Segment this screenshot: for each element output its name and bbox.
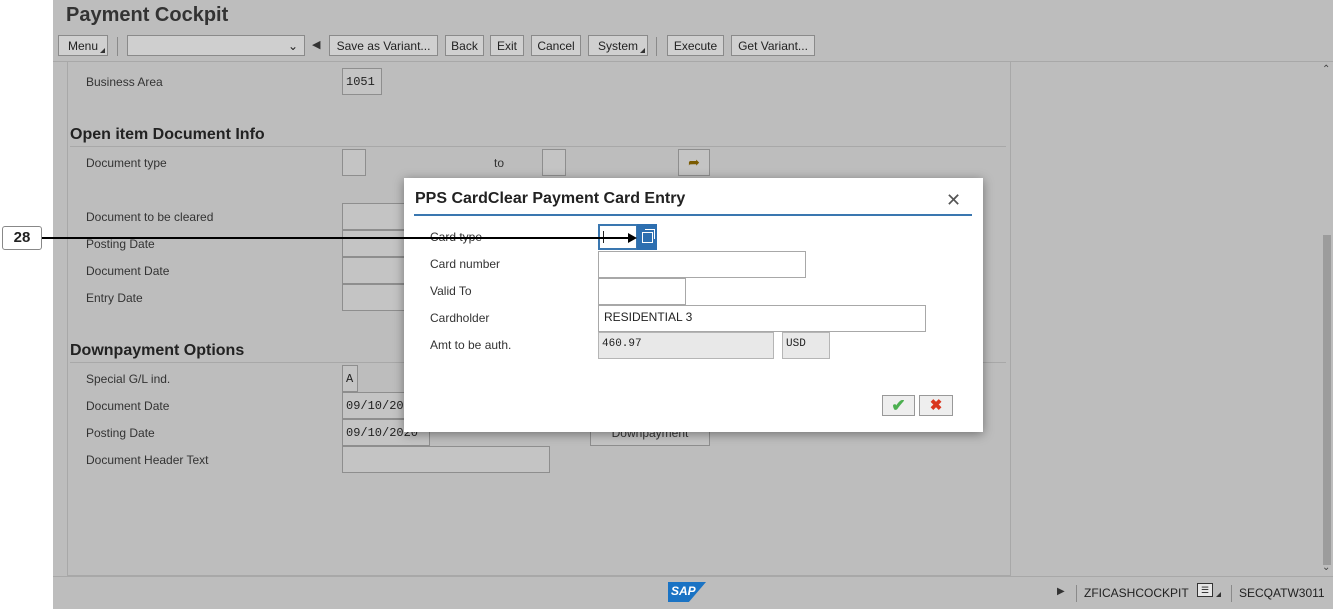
document-type-label: Document type <box>86 156 167 170</box>
callout-arrow-line <box>42 237 630 239</box>
dropdown-corner-icon <box>100 48 105 53</box>
cancel-button[interactable]: Cancel <box>531 35 581 56</box>
value-help-icon[interactable] <box>637 224 657 250</box>
dp-document-date-label: Document Date <box>86 399 170 413</box>
dialog-title: PPS CardClear Payment Card Entry <box>415 190 686 207</box>
save-as-variant-button[interactable]: Save as Variant... <box>329 35 438 56</box>
to-label: to <box>494 156 505 170</box>
section-divider <box>70 146 1006 147</box>
step-callout: 28 <box>2 226 42 250</box>
valid-to-label: Valid To <box>430 284 472 298</box>
currency-field: USD <box>782 332 830 359</box>
document-date-label: Document Date <box>86 264 170 278</box>
multiple-selection-icon[interactable]: ➦ <box>678 149 710 176</box>
toolbar-separator <box>117 37 118 56</box>
dp-posting-date-label: Posting Date <box>86 426 155 440</box>
doc-to-be-cleared-label: Document to be cleared <box>86 210 214 224</box>
back-button[interactable]: Back <box>445 35 484 56</box>
card-number-field[interactable] <box>598 251 806 278</box>
amount-field: 460.97 <box>598 332 774 359</box>
status-separator <box>1076 585 1077 602</box>
system-button-label: System <box>597 39 638 53</box>
execute-button[interactable]: Execute <box>667 35 724 56</box>
document-type-to-field[interactable] <box>542 149 566 176</box>
cardholder-label: Cardholder <box>430 311 490 325</box>
scroll-up-icon[interactable]: ⌃ <box>1322 64 1330 75</box>
amount-label: Amt to be auth. <box>430 338 512 352</box>
cancel-dialog-button[interactable]: ✖ <box>919 395 953 416</box>
system-info-icon[interactable]: ☰ <box>1197 583 1213 597</box>
expand-status-icon[interactable]: ▶ <box>1057 586 1065 597</box>
cross-icon: ✖ <box>929 397 943 414</box>
posting-date-field[interactable] <box>342 230 406 257</box>
cardholder-field[interactable]: RESIDENTIAL 3 <box>598 305 926 332</box>
checkmark-icon: ✔ <box>891 396 906 415</box>
get-variant-button[interactable]: Get Variant... <box>731 35 815 56</box>
callout-arrow-head <box>628 233 637 243</box>
valid-to-field[interactable] <box>598 278 686 305</box>
scroll-down-icon[interactable]: ⌄ <box>1322 562 1330 573</box>
menu-button-label: Menu <box>67 39 99 53</box>
confirm-button[interactable]: ✔ <box>882 395 915 416</box>
page-title: Payment Cockpit <box>66 4 229 26</box>
close-icon[interactable]: ✕ <box>946 190 961 211</box>
entry-date-label: Entry Date <box>86 291 143 305</box>
posting-date-label: Posting Date <box>86 237 155 251</box>
special-gl-field[interactable]: A <box>342 365 358 392</box>
toolbar-separator <box>656 37 657 56</box>
entry-date-field[interactable] <box>342 284 406 311</box>
downpayment-heading: Downpayment Options <box>70 342 245 359</box>
command-field-select[interactable]: ⌄ <box>127 35 305 56</box>
document-date-field[interactable] <box>342 257 406 284</box>
dropdown-corner-icon <box>640 48 645 53</box>
special-gl-label: Special G/L ind. <box>86 372 171 386</box>
transaction-code: ZFICASHCOCKPIT <box>1084 586 1189 600</box>
exit-button[interactable]: Exit <box>490 35 524 56</box>
collapse-left-icon[interactable]: ◀ <box>312 38 320 51</box>
dialog-title-underline <box>414 214 972 216</box>
chevron-down-icon: ⌄ <box>287 39 298 53</box>
header-text-field[interactable] <box>342 446 550 473</box>
status-separator <box>1231 585 1232 602</box>
dropdown-corner-icon <box>1216 592 1221 597</box>
header-text-label: Document Header Text <box>86 453 209 467</box>
business-area-field[interactable]: 1051 <box>342 68 382 95</box>
system-menu-button[interactable]: System <box>588 35 648 56</box>
open-item-heading: Open item Document Info <box>70 126 265 143</box>
system-name: SECQATW3011 <box>1239 586 1325 600</box>
scrollbar-thumb[interactable] <box>1323 235 1331 565</box>
right-pane <box>1011 62 1321 576</box>
card-number-label: Card number <box>430 257 501 271</box>
business-area-label: Business Area <box>86 75 163 89</box>
doc-to-be-cleared-field[interactable] <box>342 203 406 230</box>
document-type-from-field[interactable] <box>342 149 366 176</box>
menu-button[interactable]: Menu <box>58 35 108 56</box>
